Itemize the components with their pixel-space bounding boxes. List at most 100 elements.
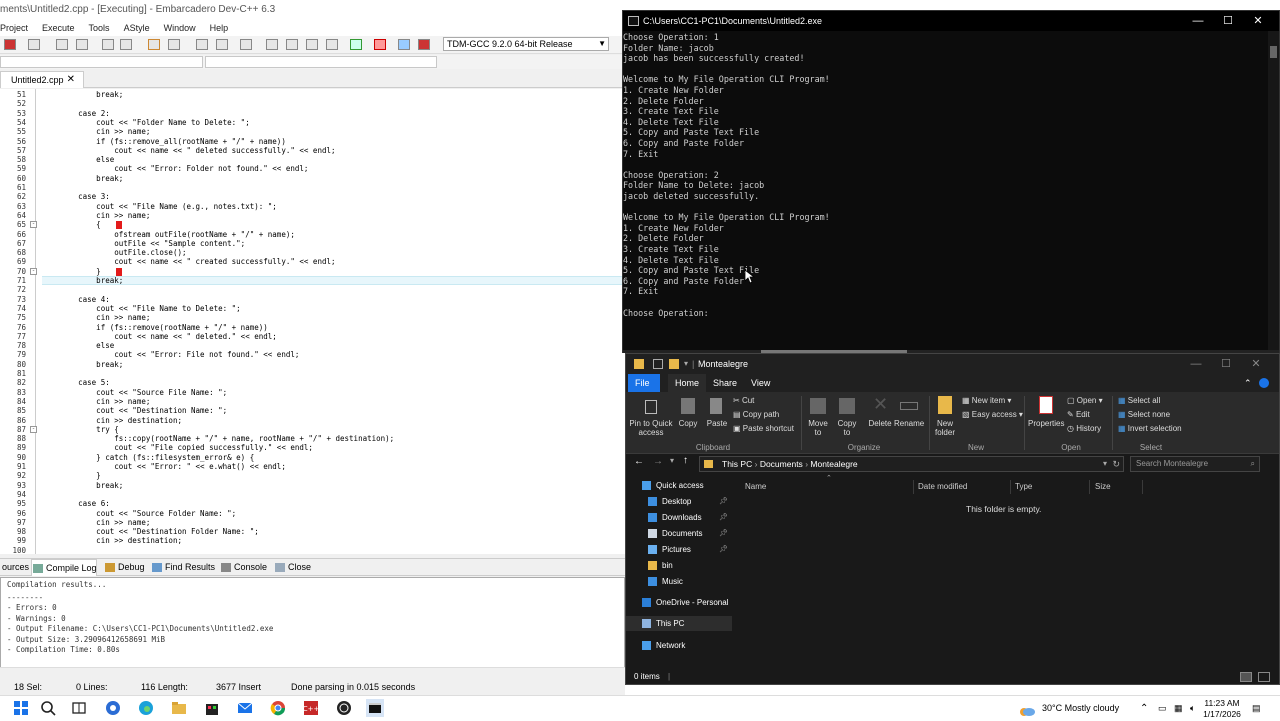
grid-icon[interactable] (306, 39, 318, 50)
properties-button[interactable]: Properties (1028, 419, 1064, 428)
nav-item-downloads[interactable]: Downloads 📌︎ (626, 510, 732, 525)
chrome-icon[interactable] (269, 699, 287, 717)
class-icon[interactable] (286, 39, 298, 50)
network-icon[interactable]: ▦ (1174, 696, 1183, 721)
new-project-icon[interactable] (266, 39, 278, 50)
copy-button[interactable]: Copy (678, 419, 698, 428)
clock[interactable]: 11:23 AM 1/17/2026 (1202, 696, 1242, 721)
replace-icon[interactable] (76, 39, 88, 50)
forward-icon[interactable] (216, 39, 228, 50)
nav-item-music[interactable]: Music (626, 574, 732, 589)
pin-quick-access-button[interactable]: Pin to Quick access (629, 419, 673, 437)
code-editor[interactable]: 51 52 53 54 55 56 57 58 59 60 61 62 63 64 65-66 67 68 69 7… (0, 89, 625, 554)
back-icon[interactable] (196, 39, 208, 50)
details-view-icon[interactable] (1240, 672, 1252, 682)
menu-execute[interactable]: Execute (42, 20, 75, 36)
tab-resources[interactable]: ources (0, 559, 29, 576)
tab-find-results[interactable]: Find Results (151, 559, 215, 576)
file-list[interactable]: ⌃ Name Date modified Type Size This fold… (736, 475, 1279, 668)
mail-icon[interactable] (236, 699, 254, 717)
maximize-button[interactable]: ☐ (1211, 354, 1241, 374)
close-icon[interactable]: ✕ (67, 72, 75, 88)
member-combo[interactable] (205, 56, 437, 68)
chevron-down-icon[interactable]: ▾ (684, 354, 688, 374)
tab-share[interactable]: Share (706, 374, 744, 392)
help-icon[interactable] (1259, 378, 1269, 388)
tab-debug[interactable]: Debug (104, 559, 145, 576)
open-button[interactable]: ▢ Open ▾ (1067, 396, 1103, 405)
task-view-icon[interactable] (70, 699, 88, 717)
cut-button[interactable]: ✂ Cut (733, 396, 754, 405)
nav-item-quick-access[interactable]: Quick access (626, 478, 732, 493)
column-name[interactable]: Name (745, 482, 766, 491)
address-bar[interactable]: This PC › Documents › Montealegre ▾ ↻ (699, 456, 1124, 472)
new-folder-button[interactable]: New folder (931, 419, 959, 437)
tab-untitled2[interactable]: Untitled2.cpp ✕ (0, 71, 84, 88)
select-all-button[interactable]: ▦ Select all (1118, 396, 1160, 405)
rename-button[interactable]: Rename (894, 419, 924, 428)
scrollbar-thumb[interactable] (1270, 46, 1277, 58)
nav-item-bin[interactable]: bin (626, 558, 732, 573)
copy-to-button[interactable]: Copy to (835, 419, 859, 437)
minimize-button[interactable]: — (1183, 11, 1213, 31)
close-x-icon[interactable] (374, 39, 386, 50)
weather-text[interactable]: 30°C Mostly cloudy (1042, 696, 1119, 721)
properties-icon[interactable] (653, 359, 663, 369)
find-icon[interactable] (56, 39, 68, 50)
nav-item-pictures[interactable]: Pictures 📌︎ (626, 542, 732, 557)
log-horizontal-scrollbar[interactable] (0, 667, 625, 677)
fold-toggle-icon[interactable]: - (30, 425, 37, 433)
check-icon[interactable] (350, 39, 362, 50)
refresh-icon[interactable]: ↻ (1112, 457, 1120, 471)
delete-button[interactable]: Delete (867, 419, 893, 428)
easy-access-button[interactable]: ▧ Easy access ▾ (962, 410, 1023, 419)
tab-view[interactable]: View (744, 374, 777, 392)
breadcrumb-documents[interactable]: Documents (760, 459, 803, 469)
maximize-button[interactable]: ☐ (1213, 11, 1243, 31)
breadcrumb-montealegre[interactable]: Montealegre (810, 459, 857, 469)
console-window[interactable]: C:\Users\CC1-PC1\Documents\Untitled2.exe… (622, 10, 1280, 353)
unindent-icon[interactable] (120, 39, 132, 50)
redo-icon[interactable] (168, 39, 180, 50)
compiler-select[interactable]: TDM-GCC 9.2.0 64-bit Release ▼ (443, 37, 609, 51)
select-none-button[interactable]: ▦ Select none (1118, 410, 1170, 419)
large-icons-view-icon[interactable] (1258, 672, 1270, 682)
back-arrow-icon[interactable]: ← (634, 456, 644, 467)
menu-tools[interactable]: Tools (89, 20, 110, 36)
bookmark-icon[interactable] (240, 39, 252, 50)
new-folder-icon[interactable] (669, 359, 679, 369)
tab-console[interactable]: Console (220, 559, 267, 576)
tab-file[interactable]: File (628, 374, 660, 392)
nav-item-this-pc[interactable]: This PC (626, 616, 732, 631)
devcpp-icon[interactable]: C++ (302, 699, 320, 717)
column-date-modified[interactable]: Date modified (918, 482, 967, 491)
history-button[interactable]: ◷ History (1067, 424, 1101, 433)
stop-icon[interactable] (4, 39, 16, 50)
class-combo[interactable] (0, 56, 203, 68)
chart-icon[interactable] (398, 39, 410, 50)
edge-icon[interactable] (137, 699, 155, 717)
edit-button[interactable]: ✎ Edit (1067, 410, 1090, 419)
new-item-button[interactable]: ▦ New item ▾ (962, 396, 1011, 405)
console-app-icon[interactable] (366, 699, 384, 717)
chevron-down-icon[interactable]: ▾ (670, 456, 674, 465)
fold-toggle-icon[interactable]: - (30, 267, 37, 275)
profile-icon[interactable] (418, 39, 430, 50)
move-to-button[interactable]: Move to (806, 419, 830, 437)
nav-item-onedrive-personal[interactable]: OneDrive - Personal (626, 595, 732, 610)
file-explorer-icon[interactable] (170, 699, 188, 717)
menu-astyle[interactable]: AStyle (124, 20, 150, 36)
layout-icon[interactable] (326, 39, 338, 50)
menu-help[interactable]: Help (210, 20, 229, 36)
notifications-icon[interactable]: ▤ (1252, 696, 1261, 721)
nav-item-network[interactable]: Network (626, 638, 732, 653)
close-button[interactable]: ✕ (1241, 354, 1271, 374)
tab-home[interactable]: Home (668, 374, 707, 392)
nav-item-documents[interactable]: Documents 📌︎ (626, 526, 732, 541)
close-button[interactable]: ✕ (1243, 11, 1273, 31)
indent-icon[interactable] (102, 39, 114, 50)
obs-icon[interactable] (335, 699, 353, 717)
minimize-button[interactable]: — (1181, 354, 1211, 374)
breadcrumb-this-pc[interactable]: This PC (722, 459, 752, 469)
windows-start-icon[interactable] (12, 699, 30, 717)
